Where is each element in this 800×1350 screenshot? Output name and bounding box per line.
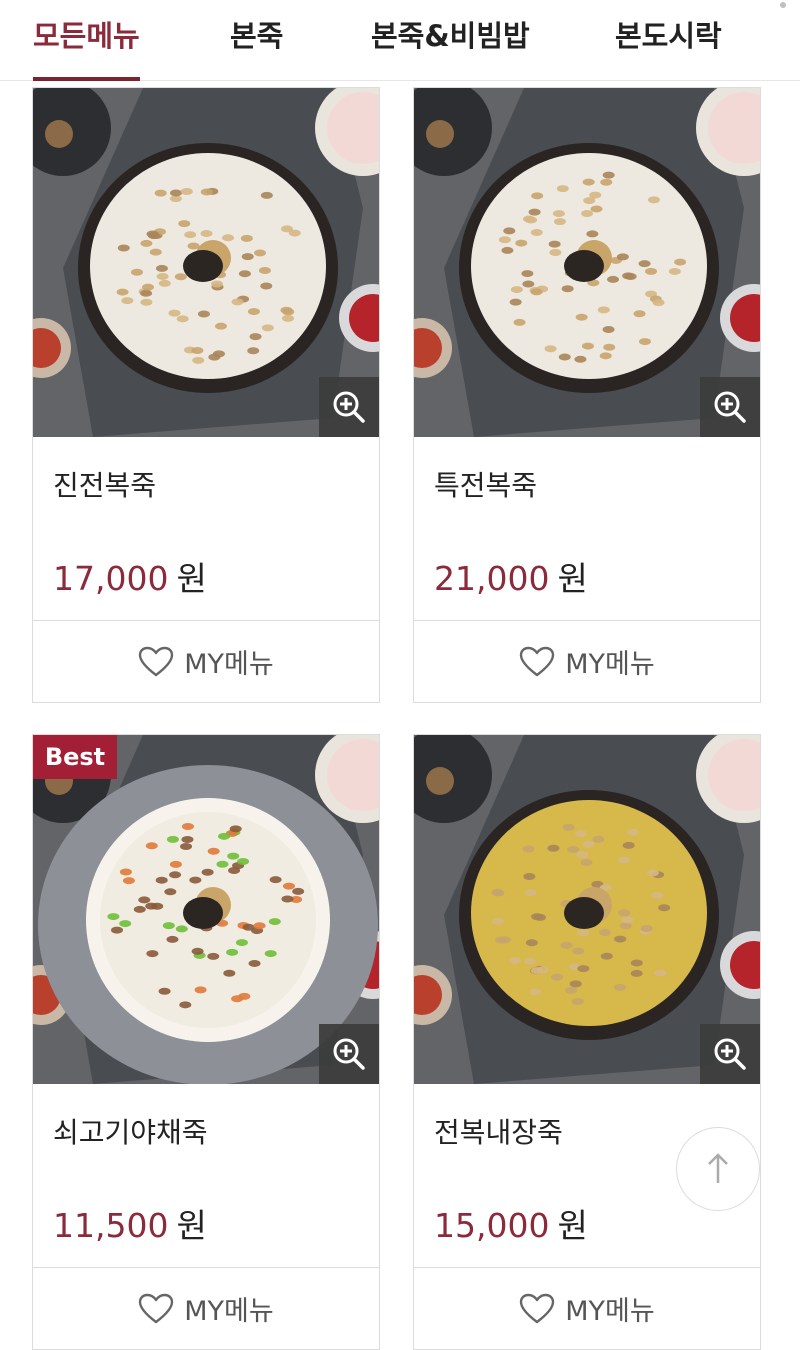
price-unit: 원 xyxy=(557,559,588,598)
heart-outline-icon xyxy=(139,646,174,676)
tab-bonjuk[interactable]: 본죽 xyxy=(230,0,283,80)
best-badge: Best xyxy=(33,735,117,779)
zoom-in-button[interactable] xyxy=(319,377,379,437)
product-name: 전복내장죽 xyxy=(434,1116,563,1149)
zoom-in-icon xyxy=(333,1038,365,1070)
my-menu-label: MY메뉴 xyxy=(184,649,274,680)
price-amount: 15,000 xyxy=(434,1206,550,1245)
add-to-my-menu-button[interactable]: MY메뉴 xyxy=(414,620,760,702)
heart-outline-icon xyxy=(520,646,555,676)
tab-bonjuk-bibimbap[interactable]: 본죽&비빔밥 xyxy=(371,0,530,80)
product-name: 특전복죽 xyxy=(434,469,538,502)
tab-all-menu[interactable]: 모든메뉴 xyxy=(33,0,140,81)
heart-outline-icon xyxy=(520,1293,555,1323)
my-menu-label: MY메뉴 xyxy=(184,1296,274,1327)
zoom-in-button[interactable] xyxy=(319,1024,379,1084)
tab-bon-dosirak[interactable]: 본도시락 xyxy=(615,0,722,80)
add-to-my-menu-button[interactable]: MY메뉴 xyxy=(33,1267,379,1349)
scroll-to-top-button[interactable] xyxy=(676,1127,760,1211)
product-price: 17,000 원 xyxy=(53,552,207,600)
product-price: 21,000 원 xyxy=(434,552,588,600)
my-menu-label: MY메뉴 xyxy=(565,1296,655,1327)
price-unit: 원 xyxy=(176,559,207,598)
price-unit: 원 xyxy=(557,1206,588,1245)
price-unit: 원 xyxy=(176,1206,207,1245)
scrollbar-indicator xyxy=(780,2,786,8)
my-menu-label: MY메뉴 xyxy=(565,649,655,680)
zoom-in-icon xyxy=(333,391,365,423)
product-price: 11,500 원 xyxy=(53,1199,207,1247)
product-name: 쇠고기야채죽 xyxy=(53,1116,208,1149)
arrow-up-icon xyxy=(708,1153,728,1183)
product-card[interactable]: 진전복죽 17,000 원 MY메뉴 xyxy=(32,87,380,703)
zoom-in-icon xyxy=(714,391,746,423)
zoom-in-button[interactable] xyxy=(700,1024,760,1084)
product-card[interactable]: 전복내장죽 15,000 원 MY메뉴 xyxy=(413,734,761,1350)
zoom-in-icon xyxy=(714,1038,746,1070)
category-tabs: 모든메뉴 본죽 본죽&비빔밥 본도시락 xyxy=(0,0,800,81)
zoom-in-button[interactable] xyxy=(700,377,760,437)
heart-outline-icon xyxy=(139,1293,174,1323)
price-amount: 17,000 xyxy=(53,559,169,598)
add-to-my-menu-button[interactable]: MY메뉴 xyxy=(33,620,379,702)
price-amount: 21,000 xyxy=(434,559,550,598)
price-amount: 11,500 xyxy=(53,1206,169,1245)
add-to-my-menu-button[interactable]: MY메뉴 xyxy=(414,1267,760,1349)
product-price: 15,000 원 xyxy=(434,1199,588,1247)
product-card[interactable]: 특전복죽 21,000 원 MY메뉴 xyxy=(413,87,761,703)
product-card[interactable]: Best 쇠고기야채죽 11,500 원 MY메뉴 xyxy=(32,734,380,1350)
product-name: 진전복죽 xyxy=(53,469,157,502)
